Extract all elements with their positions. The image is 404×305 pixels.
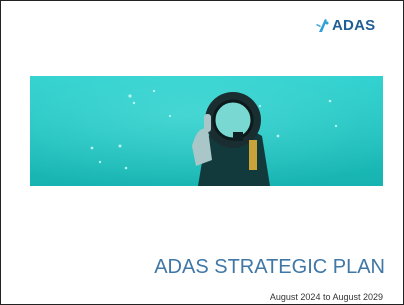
hero-image <box>30 76 383 186</box>
document-subtitle: August 2024 to August 2029 <box>269 292 383 302</box>
document-title: ADAS STRATEGIC PLAN <box>154 256 385 278</box>
document-page: ADAS ADAS STRATEGIC PLAN August 2024 to … <box>0 0 404 305</box>
adas-logo: ADAS <box>316 17 375 34</box>
diver-splash-icon <box>316 19 329 32</box>
logo-text: ADAS <box>332 17 376 34</box>
